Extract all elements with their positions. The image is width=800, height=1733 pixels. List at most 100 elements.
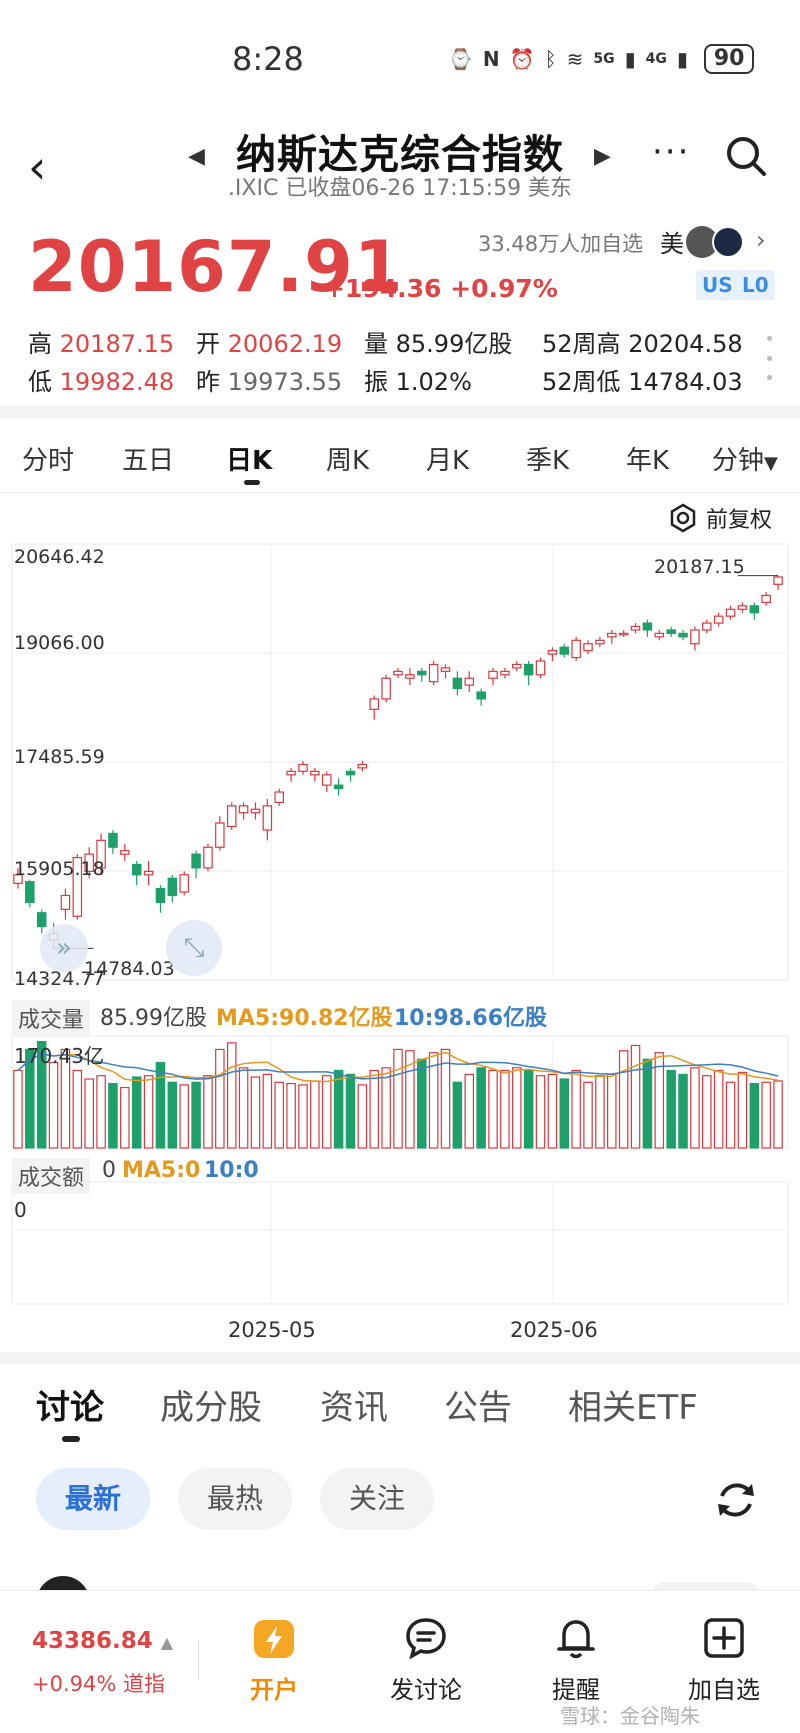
- tab-five-day[interactable]: 五日: [122, 440, 174, 477]
- volume-bar: [191, 1081, 201, 1149]
- candle-body: [654, 632, 665, 638]
- alert-button[interactable]: 提醒: [516, 1614, 636, 1705]
- tab-discussion[interactable]: 讨论: [36, 1380, 104, 1429]
- tab-related-etf[interactable]: 相关ETF: [568, 1380, 698, 1429]
- filter-following[interactable]: 关注: [320, 1468, 434, 1530]
- candle-body: [333, 784, 344, 790]
- volume-bar: [321, 1075, 332, 1149]
- stat-high: 高 20187.15: [28, 330, 175, 358]
- section-divider: [0, 406, 800, 418]
- y-tick-label: 15905.18: [14, 858, 105, 880]
- volume-bar: [333, 1069, 344, 1149]
- candle-body: [761, 594, 771, 603]
- tab-weekly-k[interactable]: 周K: [326, 440, 369, 477]
- more-stats-icon[interactable]: [766, 336, 772, 380]
- refresh-icon[interactable]: [712, 1476, 760, 1524]
- expand-left-icon[interactable]: »: [40, 924, 88, 972]
- candle-body: [381, 677, 391, 700]
- volume-bar: [476, 1067, 486, 1149]
- volume-bar: [571, 1069, 581, 1149]
- candle-body: [36, 912, 47, 928]
- tab-daily-k[interactable]: 日K: [226, 440, 272, 477]
- volume-bar: [357, 1084, 368, 1149]
- candle-body: [416, 670, 427, 676]
- candle-body: [630, 625, 641, 631]
- more-button[interactable]: ···: [652, 132, 690, 172]
- tab-quarterly-k[interactable]: 季K: [526, 440, 569, 477]
- amount-value: 0: [102, 1158, 116, 1183]
- volume-bar: [345, 1073, 356, 1149]
- volume-bar: [583, 1081, 593, 1149]
- chevron-right-icon[interactable]: ›: [756, 226, 766, 254]
- nfc-icon: N: [482, 47, 500, 71]
- volume-bar: [559, 1078, 570, 1149]
- kline-chart[interactable]: [0, 540, 800, 1310]
- tab-monthly-k[interactable]: 月K: [426, 440, 469, 477]
- candle-body: [321, 774, 332, 786]
- volume-bar: [13, 1069, 23, 1149]
- candle-body: [535, 660, 546, 676]
- volume-bar: [690, 1067, 700, 1149]
- volume-bar: [131, 1076, 142, 1149]
- candle-body: [595, 639, 605, 645]
- stat-52w-high: 52周高 20204.58: [542, 330, 743, 358]
- volume-bar: [607, 1073, 617, 1149]
- volume-bar: [120, 1086, 130, 1149]
- candle-body: [678, 632, 688, 638]
- bell-icon: [557, 1620, 595, 1659]
- fullscreen-icon[interactable]: ⤡: [166, 920, 222, 976]
- volume-value: 85.99亿股: [100, 1006, 207, 1031]
- candle-body: [488, 670, 498, 679]
- level-badge: L0: [736, 270, 775, 300]
- volume-bar: [250, 1076, 261, 1149]
- volume-bar: [226, 1042, 237, 1149]
- tab-minute[interactable]: 分钟▼: [712, 440, 778, 477]
- avatar[interactable]: [712, 226, 744, 258]
- volume-bar: [737, 1071, 748, 1149]
- candle-body: [690, 629, 700, 645]
- volume-bar: [523, 1069, 534, 1149]
- candle-body: [143, 870, 154, 876]
- candle-body: [547, 650, 558, 655]
- filter-hot[interactable]: 最热: [178, 1468, 292, 1530]
- post-discussion-button[interactable]: 发讨论: [366, 1614, 486, 1705]
- volume-bar: [547, 1073, 558, 1149]
- volume-bar: [713, 1069, 724, 1149]
- candle-body: [357, 763, 368, 769]
- search-icon[interactable]: [724, 134, 768, 178]
- candle-body: [523, 663, 534, 676]
- add-watchlist-button[interactable]: 加自选: [664, 1614, 784, 1705]
- candle-body: [131, 863, 142, 876]
- next-stock-button[interactable]: ▶: [594, 144, 611, 169]
- candle-body: [725, 608, 736, 617]
- y-tick-label: 20646.42: [14, 546, 105, 568]
- open-account-button[interactable]: 开户: [214, 1614, 334, 1705]
- candle-body: [713, 615, 724, 624]
- volume-bar: [642, 1058, 653, 1149]
- volume-bar: [238, 1067, 249, 1149]
- candle-body: [179, 874, 189, 893]
- tab-constituents[interactable]: 成分股: [160, 1380, 262, 1429]
- candle-body: [464, 677, 475, 686]
- y-tick-label: 19066.00: [14, 632, 105, 654]
- dow-index-value[interactable]: 43386.84 ▲: [32, 1628, 173, 1654]
- volume-max-label: 170.43亿: [14, 1044, 104, 1068]
- filter-latest[interactable]: 最新: [36, 1468, 150, 1530]
- tab-yearly-k[interactable]: 年K: [626, 440, 669, 477]
- adjust-toggle[interactable]: 前复权: [668, 502, 772, 534]
- tab-announcements[interactable]: 公告: [444, 1380, 512, 1429]
- tab-news[interactable]: 资讯: [320, 1380, 388, 1429]
- candle-body: [607, 632, 617, 638]
- volume-bar: [84, 1078, 94, 1149]
- tab-intraday[interactable]: 分时: [22, 440, 74, 477]
- bluetooth-icon: ᛒ: [544, 47, 557, 71]
- follower-count[interactable]: 33.48万人加自选: [478, 228, 643, 258]
- candle-body: [773, 576, 783, 585]
- candle-body: [583, 643, 593, 652]
- candle-body: [749, 605, 760, 614]
- amount-label: 成交额: [12, 1158, 91, 1194]
- candle-body: [369, 698, 380, 710]
- volume-bar: [203, 1075, 213, 1149]
- y-tick-label: 17485.59: [14, 746, 105, 768]
- amount-ma5: MA5:0: [122, 1158, 201, 1183]
